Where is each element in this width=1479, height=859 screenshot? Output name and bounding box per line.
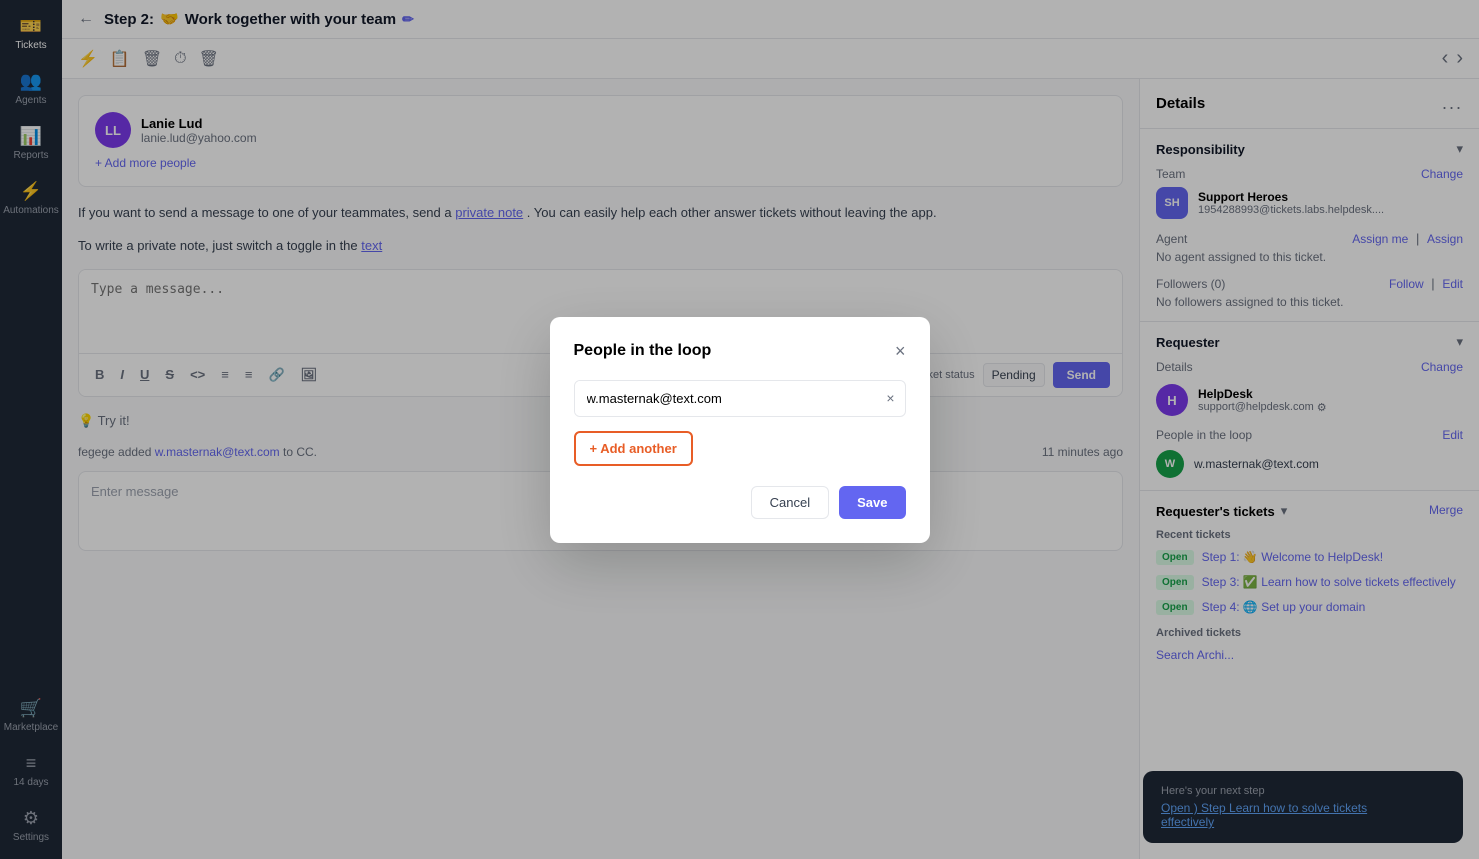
modal-title: People in the loop xyxy=(574,342,712,360)
modal-email-row: × xyxy=(574,380,906,417)
email-input[interactable] xyxy=(575,381,877,416)
modal-footer: Cancel Save xyxy=(574,486,906,519)
save-button[interactable]: Save xyxy=(839,486,905,519)
modal-close-button[interactable]: × xyxy=(895,341,906,362)
modal-header: People in the loop × xyxy=(574,341,906,362)
add-another-button[interactable]: + Add another xyxy=(574,431,693,466)
modal-overlay[interactable]: People in the loop × × + Add another Can… xyxy=(0,0,1479,859)
cancel-button[interactable]: Cancel xyxy=(751,486,829,519)
people-in-loop-modal: People in the loop × × + Add another Can… xyxy=(550,317,930,543)
clear-email-button[interactable]: × xyxy=(876,382,904,414)
